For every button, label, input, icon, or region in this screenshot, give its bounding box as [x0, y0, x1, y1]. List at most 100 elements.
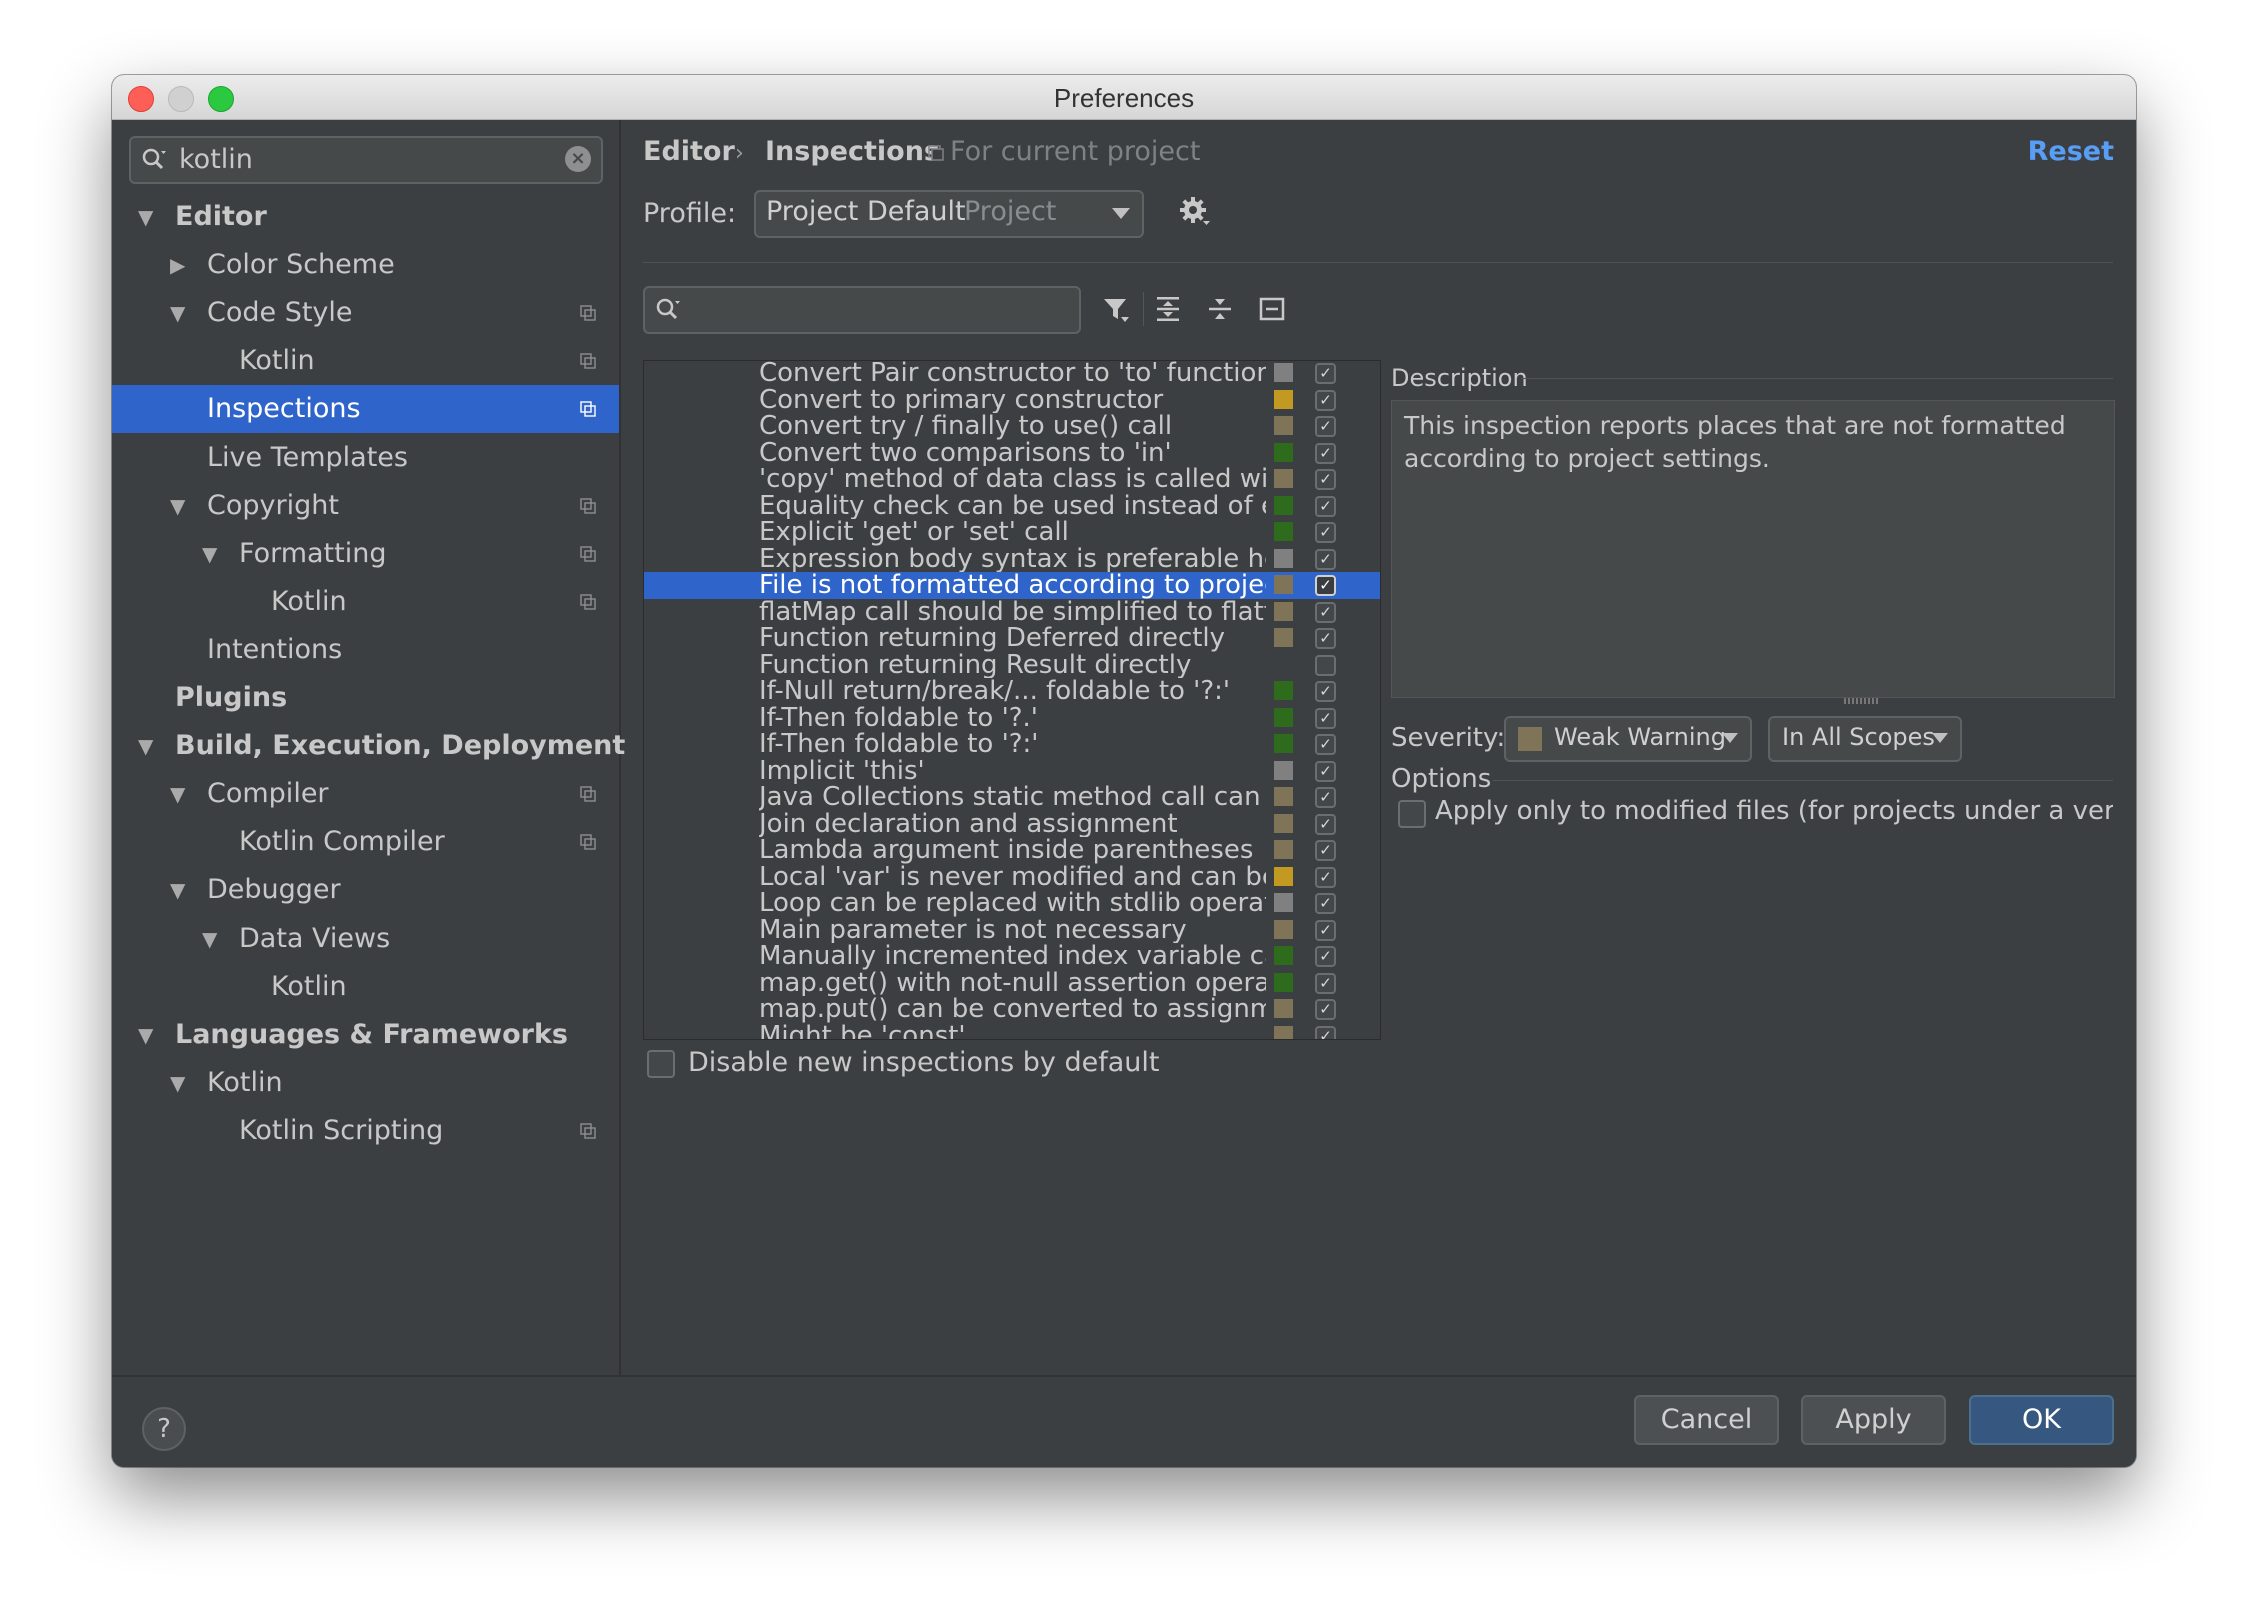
sidebar-item[interactable]: ▼ Debugger	[112, 866, 619, 914]
inspection-row[interactable]: Java Collections static method call can …	[644, 784, 1380, 811]
inspection-row[interactable]: If-Then foldable to '?:' ✓	[644, 731, 1380, 758]
chevron-down-icon[interactable]: ▼	[170, 289, 190, 337]
chevron-down-icon[interactable]: ▼	[138, 193, 158, 241]
collapse-all-icon[interactable]	[1205, 294, 1235, 324]
inspection-enabled-checkbox[interactable]: ✓	[1315, 840, 1336, 861]
inspection-row[interactable]: Expression body syntax is preferable her…	[644, 546, 1380, 573]
cancel-button[interactable]: Cancel	[1634, 1395, 1779, 1445]
inspection-row[interactable]: Function returning Result directly	[644, 652, 1380, 679]
sidebar-item[interactable]: Plugins	[112, 674, 619, 722]
inspection-enabled-checkbox[interactable]: ✓	[1315, 866, 1336, 888]
inspection-enabled-checkbox[interactable]: ✓	[1315, 1025, 1336, 1039]
resize-grip[interactable]	[1844, 698, 1878, 704]
inspection-row[interactable]: Convert to primary constructor ✓	[644, 387, 1380, 414]
inspection-enabled-checkbox[interactable]	[1315, 654, 1336, 676]
expand-all-icon[interactable]	[1153, 294, 1183, 324]
inspection-row[interactable]: Equality check can be used instead of el…	[644, 493, 1380, 520]
sidebar-item[interactable]: ▼ Copyright	[112, 482, 619, 530]
settings-search-input[interactable]: kotlin ×	[129, 136, 603, 184]
inspection-row[interactable]: map.put() can be converted to assignme ✓	[644, 996, 1380, 1023]
inspection-enabled-checkbox[interactable]: ✓	[1315, 946, 1336, 967]
scope-dropdown[interactable]: In All Scopes	[1768, 716, 1962, 762]
inspection-row[interactable]: Main parameter is not necessary ✓	[644, 917, 1380, 944]
inspection-enabled-checkbox[interactable]: ✓	[1315, 734, 1336, 755]
inspection-row[interactable]: 'copy' method of data class is called wi…	[644, 466, 1380, 493]
sidebar-item[interactable]: Kotlin	[112, 963, 619, 1011]
sidebar-item[interactable]: Inspections	[112, 385, 619, 434]
inspection-row[interactable]: Might be 'const' ✓	[644, 1023, 1380, 1039]
inspection-enabled-checkbox[interactable]: ✓	[1315, 363, 1336, 384]
sidebar-item[interactable]: Kotlin Scripting	[112, 1107, 619, 1155]
sidebar-item[interactable]: Kotlin	[112, 337, 619, 385]
sidebar-item[interactable]: ▼ Build, Execution, Deployment	[112, 722, 625, 770]
inspection-enabled-checkbox[interactable]: ✓	[1315, 919, 1336, 941]
chevron-down-icon[interactable]: ▼	[202, 915, 222, 963]
inspection-row[interactable]: Implicit 'this' ✓	[644, 758, 1380, 785]
inspection-enabled-checkbox[interactable]: ✓	[1315, 999, 1336, 1020]
sidebar-item[interactable]: Live Templates	[112, 434, 619, 482]
inspection-row[interactable]: Explicit 'get' or 'set' call ✓	[644, 519, 1380, 546]
filter-icon[interactable]	[1101, 294, 1131, 324]
inspection-enabled-checkbox[interactable]: ✓	[1315, 893, 1336, 914]
inspection-row[interactable]: If-Null return/break/... foldable to '?:…	[644, 678, 1380, 705]
chevron-down-icon[interactable]: ▼	[138, 722, 158, 770]
chevron-down-icon[interactable]: ▼	[170, 770, 190, 818]
inspection-row[interactable]: File is not formatted according to proje…	[644, 572, 1380, 599]
apply-button[interactable]: Apply	[1801, 1395, 1946, 1445]
inspection-row[interactable]: Loop can be replaced with stdlib operati…	[644, 890, 1380, 917]
inspection-row[interactable]: map.get() with not-null assertion operat…	[644, 970, 1380, 997]
inspection-enabled-checkbox[interactable]: ✓	[1315, 416, 1336, 437]
inspection-row[interactable]: Convert two comparisons to 'in' ✓	[644, 440, 1380, 467]
chevron-down-icon[interactable]: ▼	[138, 1011, 158, 1059]
sidebar-item[interactable]: Intentions	[112, 626, 619, 674]
help-button[interactable]: ?	[142, 1407, 186, 1451]
inspection-row[interactable]: Manually incremented index variable can ✓	[644, 943, 1380, 970]
inspection-enabled-checkbox[interactable]: ✓	[1315, 522, 1336, 543]
inspection-enabled-checkbox[interactable]: ✓	[1315, 469, 1336, 490]
inspection-enabled-checkbox[interactable]: ✓	[1315, 813, 1336, 835]
sidebar-item[interactable]: ▼ Kotlin	[112, 1059, 619, 1107]
inspections-list[interactable]: Convert Pair constructor to 'to' functio…	[643, 360, 1381, 1040]
inspection-enabled-checkbox[interactable]: ✓	[1315, 760, 1336, 782]
sidebar-item[interactable]: ▼ Languages & Frameworks	[112, 1011, 619, 1059]
sidebar-item[interactable]: Kotlin	[112, 578, 619, 626]
inspection-enabled-checkbox[interactable]: ✓	[1315, 601, 1336, 623]
chevron-down-icon[interactable]: ▼	[170, 866, 190, 914]
breadcrumb-editor[interactable]: Editor	[643, 132, 735, 172]
inspection-enabled-checkbox[interactable]: ✓	[1315, 575, 1336, 596]
inspection-row[interactable]: Convert Pair constructor to 'to' functio…	[644, 361, 1380, 387]
gear-icon[interactable]	[1179, 196, 1211, 228]
sidebar-item[interactable]: ▼ Formatting	[112, 530, 619, 578]
chevron-down-icon[interactable]: ▼	[202, 530, 222, 578]
chevron-down-icon[interactable]: ▼	[170, 482, 190, 530]
sidebar-item[interactable]: ▶ Color Scheme	[112, 241, 619, 289]
sidebar-item[interactable]: ▼ Compiler	[112, 770, 619, 818]
inspection-row[interactable]: flatMap call should be simplified to fla…	[644, 599, 1380, 626]
inspection-filter-input[interactable]	[643, 286, 1081, 334]
inspection-enabled-checkbox[interactable]: ✓	[1315, 442, 1336, 464]
inspection-enabled-checkbox[interactable]: ✓	[1315, 389, 1336, 411]
search-icon[interactable]	[655, 297, 681, 323]
chevron-down-icon[interactable]: ▼	[170, 1059, 190, 1107]
inspection-row[interactable]: Lambda argument inside parentheses ✓	[644, 837, 1380, 864]
apply-modified-checkbox[interactable]	[1398, 800, 1426, 828]
inspection-enabled-checkbox[interactable]: ✓	[1315, 495, 1336, 517]
inspection-row[interactable]: Local 'var' is never modified and can be…	[644, 864, 1380, 891]
inspection-row[interactable]: If-Then foldable to '?.' ✓	[644, 705, 1380, 732]
inspection-enabled-checkbox[interactable]: ✓	[1315, 681, 1336, 702]
inspection-row[interactable]: Join declaration and assignment ✓	[644, 811, 1380, 838]
sidebar-item[interactable]: ▼ Data Views	[112, 915, 619, 963]
inspection-enabled-checkbox[interactable]: ✓	[1315, 707, 1336, 729]
reset-link[interactable]: Reset	[2028, 132, 2114, 172]
disable-new-inspections-checkbox[interactable]	[647, 1050, 675, 1078]
sidebar-item[interactable]: Kotlin Compiler	[112, 818, 619, 866]
inspection-row[interactable]: Convert try / finally to use() call ✓	[644, 413, 1380, 440]
search-icon[interactable]	[141, 147, 167, 173]
sidebar-item[interactable]: ▼ Editor	[112, 193, 619, 241]
inspection-row[interactable]: Function returning Deferred directly ✓	[644, 625, 1380, 652]
inspection-enabled-checkbox[interactable]: ✓	[1315, 972, 1336, 994]
severity-dropdown[interactable]: Weak Warning	[1504, 716, 1752, 762]
profile-dropdown[interactable]: Project Default Project	[754, 190, 1144, 238]
inspection-enabled-checkbox[interactable]: ✓	[1315, 628, 1336, 649]
inspection-enabled-checkbox[interactable]: ✓	[1315, 548, 1336, 570]
